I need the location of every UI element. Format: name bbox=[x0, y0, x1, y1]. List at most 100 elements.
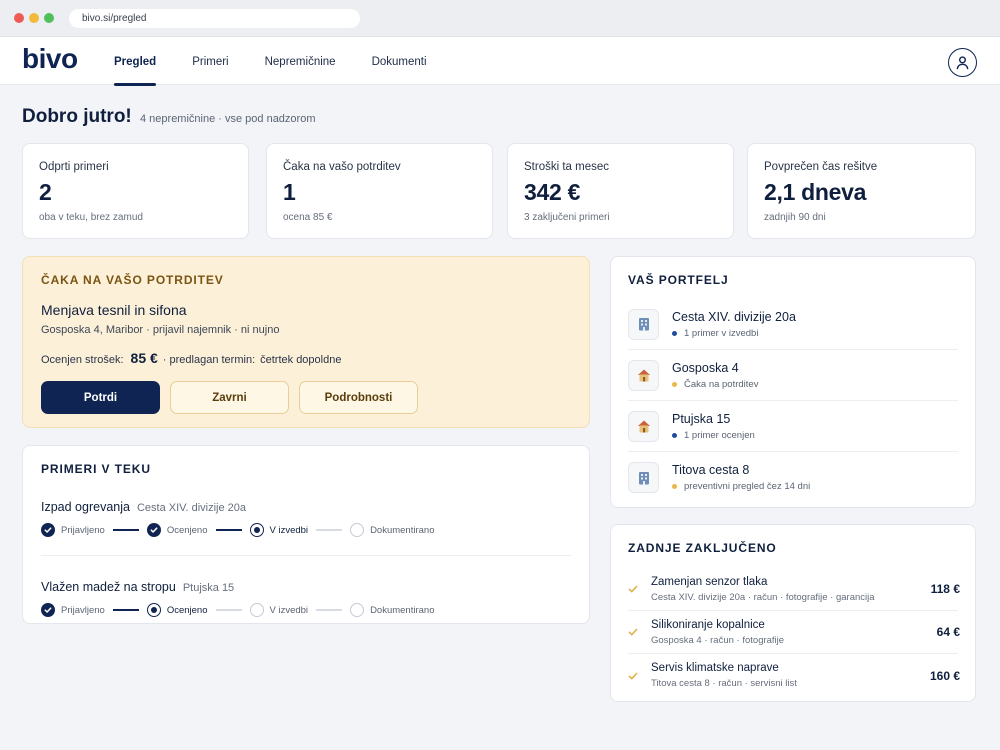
pending-cost-line: Ocenjen strošek: 85 € · predlagan termin… bbox=[41, 350, 571, 366]
property-item[interactable]: Ptujska 15 1 primer ocenjen bbox=[628, 401, 958, 452]
step-label: Ocenjeno bbox=[166, 604, 208, 616]
page-subtitle: 4 nepremičnine · vse pod nadzorom bbox=[140, 113, 316, 125]
tab-pregled[interactable]: Pregled bbox=[100, 37, 170, 86]
case-title: Vlažen madež na stropu bbox=[41, 580, 176, 594]
property-item[interactable]: Gosposka 4 Čaka na potrditev bbox=[628, 350, 958, 401]
status-dot bbox=[672, 432, 677, 438]
step-label: Ocenjeno bbox=[166, 524, 208, 536]
stat-note: 3 zaključeni primeri bbox=[524, 212, 610, 223]
stat-label: Stroški ta mesec bbox=[524, 161, 609, 173]
property-item[interactable]: Titova cesta 8 preventivni pregled čez 1… bbox=[628, 452, 958, 503]
step-current-icon bbox=[249, 523, 264, 537]
section-title: ZADNJE ZAKLJUČENO bbox=[628, 541, 777, 555]
closed-title: Zamenjan senzor tlaka bbox=[651, 575, 768, 588]
tab-nepremicnine[interactable]: Nepremičnine bbox=[251, 37, 350, 85]
step-label: V izvedbi bbox=[269, 604, 309, 616]
step-current-icon bbox=[146, 603, 161, 617]
case-item[interactable]: Izpad ogrevanja Cesta XIV. divizije 20a … bbox=[41, 500, 571, 537]
step-connector bbox=[112, 609, 139, 611]
stat-value: 2,1 dneva bbox=[764, 179, 867, 205]
tab-primeri[interactable]: Primeri bbox=[178, 37, 242, 85]
portfolio-card: VAŠ PORTFELJ Cesta XIV. divizije 20a 1 p… bbox=[610, 256, 976, 508]
closed-item[interactable]: Servis klimatske naprave Titova cesta 8 … bbox=[628, 654, 960, 697]
cost-value: 85 € bbox=[130, 350, 158, 366]
case-title: Izpad ogrevanja bbox=[41, 500, 130, 514]
building-icon bbox=[628, 308, 659, 340]
step-done-icon bbox=[146, 523, 161, 537]
stat-note: ocena 85 € bbox=[283, 212, 333, 223]
pending-actions: Potrdi Zavrni Podrobnosti bbox=[41, 381, 571, 414]
term-label: · predlagan termin: bbox=[162, 354, 256, 366]
property-list: Cesta XIV. divizije 20a 1 primer v izved… bbox=[628, 299, 958, 503]
step-label: Dokumentirano bbox=[370, 604, 435, 616]
step-connector bbox=[215, 609, 242, 611]
checkmark-icon bbox=[628, 671, 640, 681]
stat-label: Čaka na vašo potrditev bbox=[283, 161, 401, 173]
stat-card-awaiting-confirmation[interactable]: Čaka na vašo potrditev 1 ocena 85 € bbox=[266, 143, 493, 239]
stat-value: 1 bbox=[283, 179, 296, 205]
stat-card-avg-resolution[interactable]: Povprečen čas rešitve 2,1 dneva zadnjih … bbox=[747, 143, 976, 239]
closed-title: Silikoniranje kopalnice bbox=[651, 618, 765, 631]
step-connector bbox=[112, 529, 139, 531]
stat-label: Odprti primeri bbox=[39, 161, 109, 173]
closed-list: Zamenjan senzor tlaka Cesta XIV. divizij… bbox=[628, 568, 960, 697]
details-button[interactable]: Podrobnosti bbox=[299, 381, 418, 414]
property-item[interactable]: Cesta XIV. divizije 20a 1 primer v izved… bbox=[628, 299, 958, 350]
pending-case-subtitle: Gosposka 4, Maribor · prijavil najemnik … bbox=[41, 324, 280, 336]
page-title: Dobro jutro! bbox=[22, 106, 132, 127]
step-label: Prijavljeno bbox=[61, 524, 105, 536]
step-done-icon bbox=[41, 603, 55, 617]
checkmark-icon bbox=[628, 584, 640, 594]
closed-amount: 160 € bbox=[929, 668, 960, 683]
step-label: V izvedbi bbox=[269, 524, 309, 536]
app-header: bivo Pregled Primeri Nepremičnine Dokume… bbox=[0, 37, 1000, 86]
reject-button[interactable]: Zavrni bbox=[170, 381, 289, 414]
house-icon bbox=[628, 359, 659, 391]
closed-meta: Titova cesta 8 · račun · servisni list bbox=[651, 678, 797, 689]
stat-label: Povprečen čas rešitve bbox=[764, 161, 878, 173]
user-avatar-button[interactable] bbox=[948, 48, 977, 77]
step-label: Dokumentirano bbox=[370, 524, 435, 536]
section-title: VAŠ PORTFELJ bbox=[628, 273, 729, 287]
address-bar[interactable]: bivo.si/pregled bbox=[69, 9, 360, 28]
status-dot bbox=[672, 330, 677, 336]
property-status: 1 primer v izvedbi bbox=[684, 327, 759, 339]
case-progress-steps: Prijavljeno Ocenjeno V izvedbi Dokumenti… bbox=[41, 603, 571, 617]
section-title: PRIMERI V TEKU bbox=[41, 462, 151, 476]
term-value: četrtek dopoldne bbox=[260, 354, 342, 366]
pending-case-title: Menjava tesnil in sifona bbox=[41, 302, 187, 318]
step-label: Prijavljeno bbox=[61, 604, 105, 616]
logo[interactable]: bivo bbox=[22, 43, 78, 75]
browser-chrome: bivo.si/pregled bbox=[0, 0, 1000, 37]
closed-meta: Gosposka 4 · račun · fotografije bbox=[651, 634, 785, 646]
case-item[interactable]: Vlažen madež na stropu Ptujska 15 Prijav… bbox=[41, 580, 571, 617]
divider bbox=[41, 555, 571, 556]
closed-amount: 118 € bbox=[930, 582, 960, 596]
cost-label: Ocenjen strošek: bbox=[41, 354, 124, 366]
window-minimize-dot[interactable] bbox=[29, 13, 39, 23]
step-pending-icon bbox=[350, 603, 365, 617]
status-dot bbox=[672, 381, 677, 387]
property-status: preventivni pregled čez 14 dni bbox=[684, 481, 811, 492]
stat-value: 2 bbox=[39, 179, 52, 205]
property-name: Cesta XIV. divizije 20a bbox=[672, 309, 796, 324]
property-name: Ptujska 15 bbox=[672, 411, 731, 426]
recently-closed-card: ZADNJE ZAKLJUČENO Zamenjan senzor tlaka … bbox=[610, 524, 976, 702]
property-status: 1 primer ocenjen bbox=[684, 429, 755, 441]
case-location: Cesta XIV. divizije 20a bbox=[136, 502, 246, 514]
closed-meta: Cesta XIV. divizije 20a · račun · fotogr… bbox=[651, 591, 875, 603]
stat-card-open-cases[interactable]: Odprti primeri 2 oba v teku, brez zamud bbox=[22, 143, 249, 239]
closed-item[interactable]: Zamenjan senzor tlaka Cesta XIV. divizij… bbox=[628, 568, 960, 611]
stat-value: 342 € bbox=[524, 179, 581, 205]
window-close-dot[interactable] bbox=[14, 13, 24, 23]
property-name: Titova cesta 8 bbox=[672, 463, 750, 477]
confirm-button[interactable]: Potrdi bbox=[41, 381, 160, 414]
stat-card-monthly-costs[interactable]: Stroški ta mesec 342 € 3 zaključeni prim… bbox=[507, 143, 734, 239]
window-maximize-dot[interactable] bbox=[44, 13, 54, 23]
closed-amount: 64 € bbox=[936, 625, 960, 639]
stat-note: oba v teku, brez zamud bbox=[39, 212, 143, 223]
checkmark-icon bbox=[628, 627, 640, 637]
tab-dokumenti[interactable]: Dokumenti bbox=[358, 37, 441, 85]
case-location: Ptujska 15 bbox=[182, 582, 235, 594]
closed-item[interactable]: Silikoniranje kopalnice Gosposka 4 · rač… bbox=[628, 611, 960, 654]
